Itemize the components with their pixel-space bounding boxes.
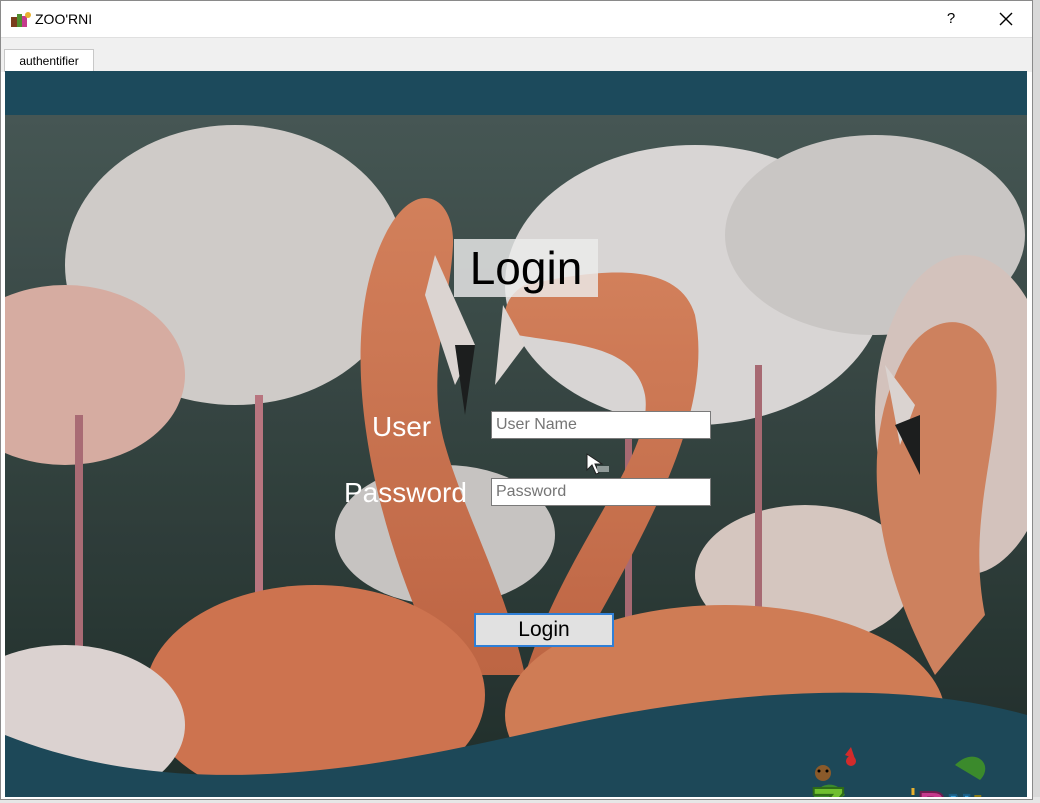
svg-text:R: R (917, 785, 948, 797)
close-button[interactable] (981, 3, 1031, 35)
header-band (5, 71, 1027, 115)
svg-text:o: o (849, 791, 876, 797)
password-input[interactable] (491, 478, 711, 506)
zoo-app-icon (11, 12, 31, 27)
svg-text:i: i (973, 791, 983, 797)
help-button[interactable]: ? (926, 3, 976, 35)
title-bar[interactable]: ZOO'RNI ? (1, 1, 1032, 37)
tab-strip: authentifier (1, 37, 1032, 72)
svg-text:Z: Z (811, 779, 846, 797)
username-input[interactable] (491, 411, 711, 439)
desktop-background (1033, 0, 1040, 803)
svg-text:o: o (877, 789, 904, 797)
mouse-pointer-icon (586, 453, 609, 475)
background-photo: Login User Password Login Z o o ' (5, 115, 1027, 797)
flamingo-image (5, 115, 1027, 797)
login-title: Login (469, 242, 583, 294)
svg-text:': ' (909, 784, 917, 797)
login-title-box: Login (454, 239, 598, 297)
login-button[interactable]: Login (474, 613, 614, 647)
user-label: User (372, 411, 432, 442)
svg-text:N: N (947, 790, 972, 797)
password-label: Password (344, 477, 467, 508)
login-panel: Login User Password Login Z o o ' (5, 71, 1027, 797)
close-icon (999, 12, 1013, 26)
zoorni-logo: Z o o ' R N i (810, 747, 986, 797)
window-title: ZOO'RNI (35, 11, 93, 27)
tab-authentifier[interactable]: authentifier (4, 49, 94, 72)
app-window: ZOO'RNI ? authentifier Login User User N… (0, 0, 1033, 800)
